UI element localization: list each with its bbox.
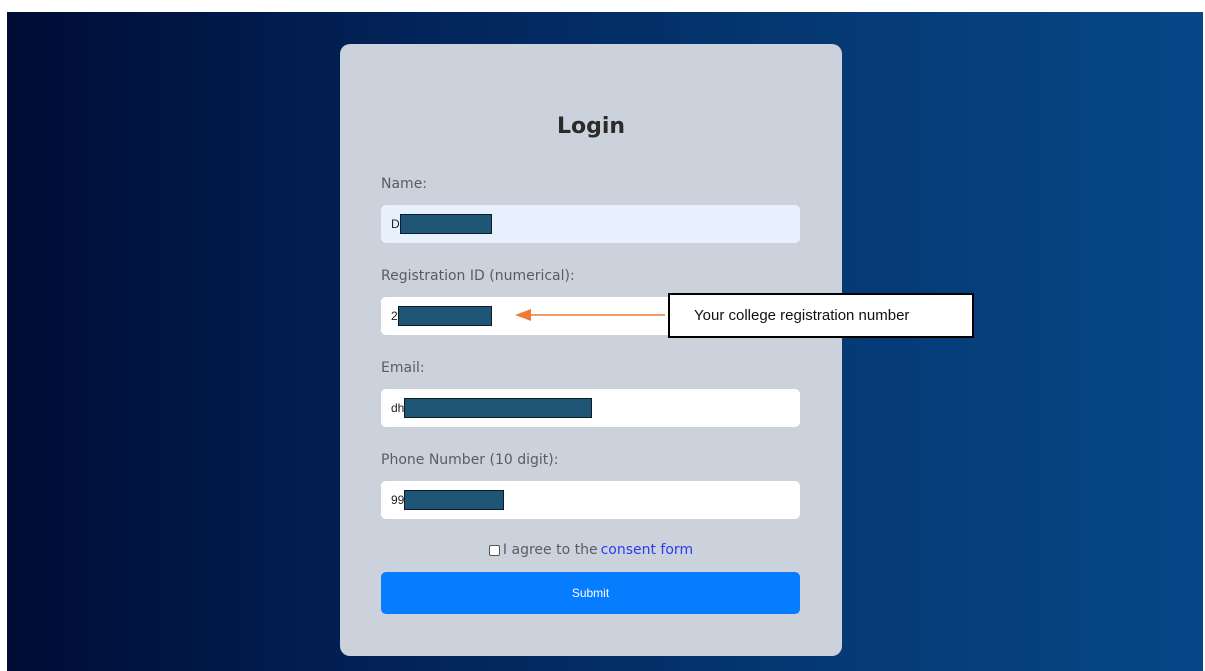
- phone-value: 99: [391, 493, 405, 507]
- login-card: Login Name: D Registration ID (numerical…: [340, 44, 842, 656]
- page-background: Login Name: D Registration ID (numerical…: [7, 12, 1203, 671]
- name-value: D: [391, 217, 400, 231]
- consent-checkbox[interactable]: [488, 544, 500, 556]
- name-input[interactable]: D: [381, 205, 800, 243]
- consent-row: I agree to the consent form: [340, 542, 842, 558]
- name-label: Name:: [381, 176, 428, 192]
- redaction-box: [399, 214, 492, 234]
- callout-arrow-icon: [515, 309, 665, 321]
- callout-text: Your college registration number: [694, 307, 910, 324]
- registration-id-value: 2: [391, 309, 398, 323]
- email-value: dh: [391, 401, 405, 415]
- registration-id-label: Registration ID (numerical):: [381, 268, 575, 284]
- redaction-box: [404, 398, 593, 418]
- email-input[interactable]: dh: [381, 389, 800, 427]
- phone-input[interactable]: 99: [381, 481, 800, 519]
- page-title: Login: [556, 114, 626, 139]
- redaction-box: [397, 306, 492, 326]
- consent-form-link[interactable]: consent form: [601, 542, 694, 558]
- submit-button[interactable]: Submit: [381, 572, 800, 614]
- callout-box: Your college registration number: [668, 293, 974, 338]
- redaction-box: [404, 490, 505, 510]
- email-label: Email:: [381, 360, 425, 376]
- consent-label: I agree to the: [502, 542, 598, 558]
- phone-label: Phone Number (10 digit):: [381, 452, 559, 468]
